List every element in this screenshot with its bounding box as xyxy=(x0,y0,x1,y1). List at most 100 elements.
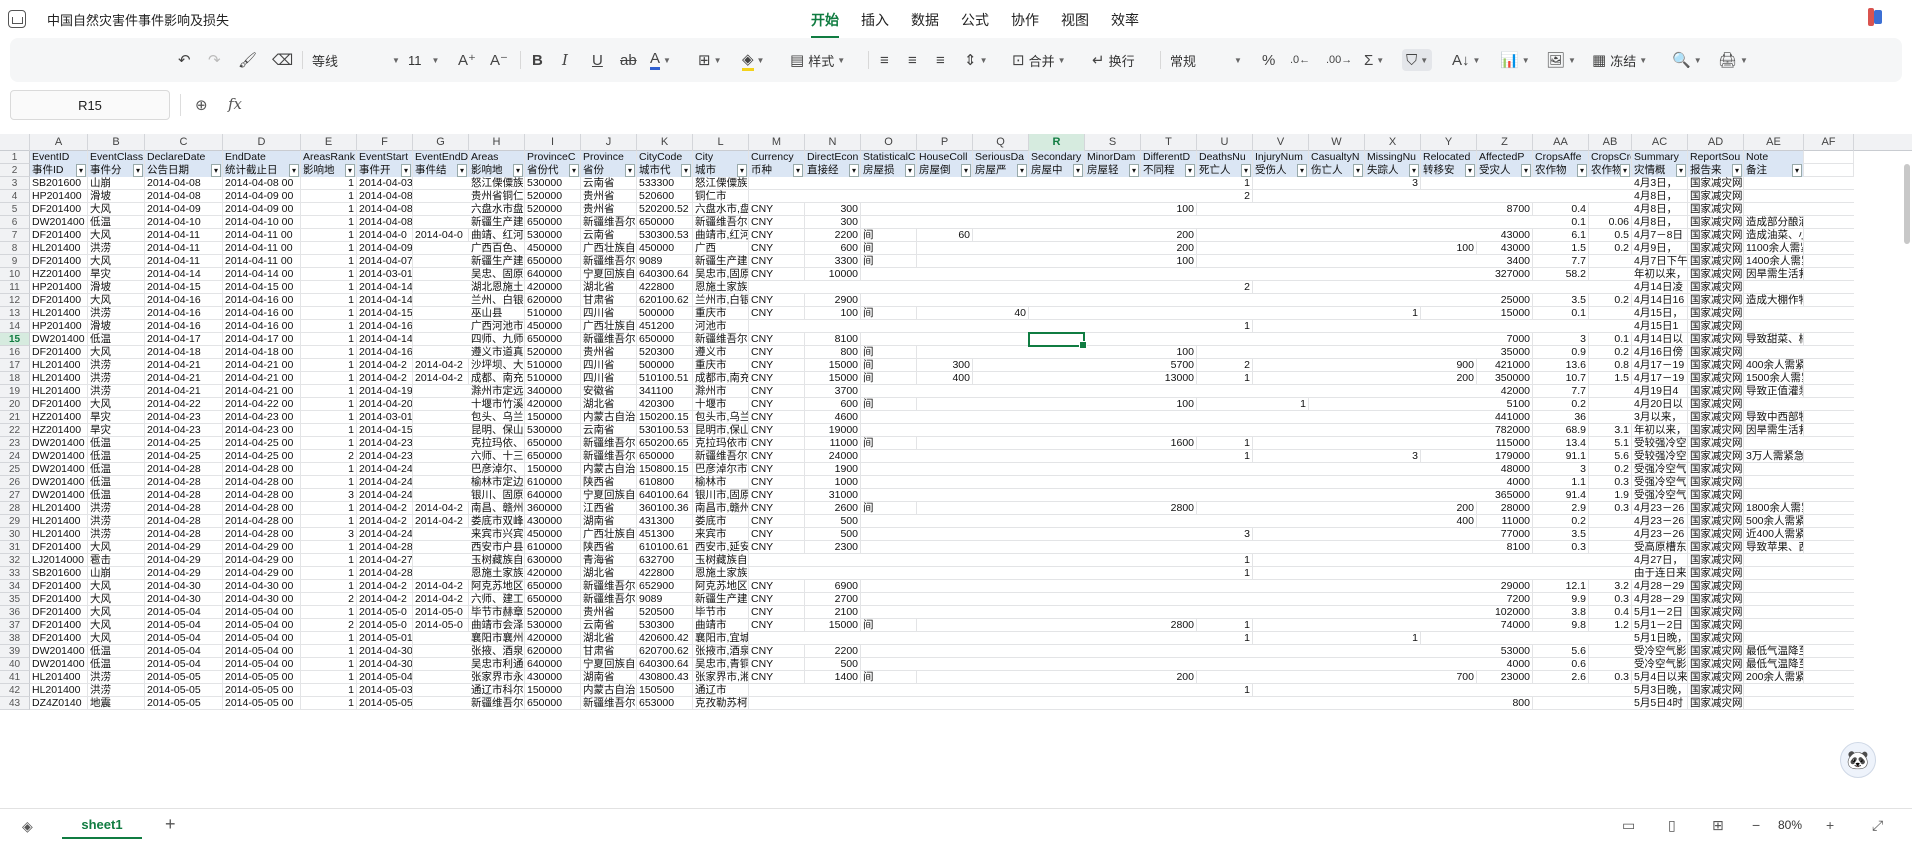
grid-cell[interactable]: 15000 xyxy=(1477,307,1533,320)
grid-cell[interactable]: 1.2 xyxy=(1589,619,1632,632)
row-header[interactable]: 7 xyxy=(0,229,30,242)
grid-cell[interactable]: HL201400 xyxy=(30,528,88,541)
grid-cell[interactable]: 2014-04-07 00:00:00 xyxy=(357,255,413,268)
grid-cell[interactable]: 2014-04-09 00 xyxy=(223,203,301,216)
grid-cell[interactable]: 阿克苏地区 xyxy=(469,580,525,593)
column-header[interactable]: U xyxy=(1197,134,1253,151)
grid-cell[interactable]: 2014-04-08 xyxy=(145,177,223,190)
grid-cell[interactable]: 450000 xyxy=(525,242,581,255)
grid-cell[interactable]: 24000 xyxy=(805,450,861,463)
grid-cell[interactable]: 1800余人需紧急生活 xyxy=(1744,502,1804,515)
grid-cell[interactable]: 100 xyxy=(1141,346,1197,359)
grid-cell[interactable]: 5月3日晚， xyxy=(1632,684,1688,697)
grid-cell[interactable]: 510000 xyxy=(525,307,581,320)
grid-cell[interactable]: 湖南省 xyxy=(581,671,637,684)
grid-cell[interactable]: 610000 xyxy=(525,476,581,489)
grid-cell[interactable]: 2014-04-09 xyxy=(145,203,223,216)
grid-cell[interactable]: 2014-05-0 xyxy=(413,619,469,632)
grid-cell[interactable]: MinorDam xyxy=(1085,151,1141,164)
grid-cell[interactable]: 2014-04-08 00 xyxy=(223,177,301,190)
image-icon[interactable]: 🖼 ▼ xyxy=(1546,49,1576,71)
zoom-level[interactable]: 80% xyxy=(1778,818,1802,832)
grid-cell[interactable]: 640300.64 xyxy=(637,268,693,281)
grid-cell[interactable]: 100 xyxy=(1421,242,1477,255)
grid-cell[interactable]: CNY xyxy=(749,502,805,515)
grid-cell[interactable]: 1400余人需紧急生活 xyxy=(1744,255,1804,268)
grid-cell[interactable]: 2014-05-01 00:00:00 xyxy=(357,632,413,645)
grid-cell[interactable]: 洪涝 xyxy=(88,515,145,528)
cell-style-button[interactable]: ▤ 样式 ▼ xyxy=(790,49,845,71)
grid-cell[interactable]: 国家减灾网 xyxy=(1688,697,1744,710)
vertical-scrollbar[interactable] xyxy=(1904,164,1910,244)
grid-cell[interactable]: 1 xyxy=(301,359,357,372)
grid-cell[interactable]: 洪涝 xyxy=(88,359,145,372)
grid-cell[interactable]: 422800 xyxy=(637,567,693,580)
grid-cell[interactable]: DW201400 xyxy=(30,450,88,463)
grid-cell[interactable]: 341100 xyxy=(637,385,693,398)
grid-cell[interactable]: 420600.42 xyxy=(637,632,693,645)
column-header[interactable]: AB xyxy=(1589,134,1632,151)
grid-cell[interactable]: 克拉玛依、 xyxy=(469,437,525,450)
column-header[interactable]: AA xyxy=(1533,134,1589,151)
grid-cell[interactable]: 国家减灾网 xyxy=(1688,281,1744,294)
grid-cell[interactable]: 省份代 xyxy=(525,164,581,177)
grid-cell[interactable]: 2800 xyxy=(1141,502,1197,515)
grid-cell[interactable]: 2014-04-28 00 xyxy=(223,476,301,489)
grid-cell[interactable]: 1 xyxy=(301,424,357,437)
grid-cell[interactable]: 1 xyxy=(1197,372,1253,385)
row-header[interactable]: 39 xyxy=(0,645,30,658)
grid-cell[interactable]: 玉树藏族自治州 xyxy=(693,554,749,567)
grid-cell[interactable]: 200 xyxy=(1141,229,1197,242)
grid-cell[interactable]: 4月15日1 xyxy=(1632,320,1688,333)
grid-cell[interactable]: 2014-04-28 00 xyxy=(223,528,301,541)
row-header[interactable]: 6 xyxy=(0,216,30,229)
grid-cell[interactable]: 2014-04-24 00:00:00 xyxy=(357,463,413,476)
vertical-align-icon[interactable]: ⇕ ▼ xyxy=(964,49,988,71)
grid-cell[interactable]: 山崩 xyxy=(88,177,145,190)
grid-cell[interactable]: 包头、乌兰 xyxy=(469,411,525,424)
grid-cell[interactable]: 造成部分酿酒葡萄 xyxy=(1744,216,1804,229)
grid-cell[interactable]: 2014-04-2 xyxy=(357,502,413,515)
grid-cell[interactable]: 洪涝 xyxy=(88,372,145,385)
grid-cell[interactable]: 巴彦淖尔市 xyxy=(693,463,749,476)
grid-cell[interactable]: 2014-04-2 xyxy=(357,593,413,606)
number-format-select[interactable]: 常规 ▼ xyxy=(1170,49,1250,71)
column-header[interactable]: AE xyxy=(1744,134,1804,151)
grid-cell[interactable]: 2014-04-28 xyxy=(145,528,223,541)
grid-cell[interactable]: 怒江傈僳族 xyxy=(469,177,525,190)
grid-cell[interactable]: 4月20日以 xyxy=(1632,398,1688,411)
grid-cell[interactable]: 报告来 xyxy=(1688,164,1744,177)
grid-cell[interactable]: CNY xyxy=(749,203,805,216)
grid-cell[interactable]: 间 xyxy=(861,229,917,242)
grid-cell[interactable]: HP201400 xyxy=(30,190,88,203)
grid-cell[interactable]: 山崩 xyxy=(88,567,145,580)
grid-cell[interactable]: 失踪人 xyxy=(1365,164,1421,177)
grid-cell[interactable]: 640100.64 xyxy=(637,489,693,502)
grid-cell[interactable]: 2014-04-11 00 xyxy=(223,255,301,268)
grid-cell[interactable]: 10000 xyxy=(805,268,861,281)
grid-cell[interactable]: 兰州、白银 xyxy=(469,294,525,307)
grid-cell[interactable]: 江西省 xyxy=(581,502,637,515)
grid-cell[interactable]: 间 xyxy=(861,255,917,268)
grid-cell[interactable]: 5月5日4时 xyxy=(1632,697,1688,710)
grid-cell[interactable]: 新疆维吾尔 xyxy=(693,450,749,463)
grid-cell[interactable]: 5.1 xyxy=(1589,437,1632,450)
grid-cell[interactable]: 造成油菜、小麦、马 xyxy=(1744,229,1804,242)
grid-cell[interactable]: 610800 xyxy=(637,476,693,489)
grid-cell[interactable]: HP201400 xyxy=(30,281,88,294)
grid-cell[interactable]: HZ201400 xyxy=(30,268,88,281)
row-header[interactable]: 24 xyxy=(0,450,30,463)
italic-icon[interactable]: I xyxy=(562,49,568,71)
grid-cell[interactable]: 2014-05-05 00 xyxy=(223,671,301,684)
grid-cell[interactable]: 3400 xyxy=(1477,255,1533,268)
grid-cell[interactable]: 2014-04-2 xyxy=(357,515,413,528)
grid-cell[interactable]: 2014-04-08 00:00:00 xyxy=(357,216,413,229)
grid-cell[interactable]: 1 xyxy=(301,307,357,320)
grid-cell[interactable]: 4月8日， xyxy=(1632,216,1688,229)
grid-cell[interactable]: 3.1 xyxy=(1589,424,1632,437)
grid-cell[interactable]: 2800 xyxy=(1141,619,1197,632)
grid-cell[interactable]: EventClass xyxy=(88,151,145,164)
grid-cell[interactable]: 7.7 xyxy=(1533,255,1589,268)
grid-cell[interactable]: 1 xyxy=(301,229,357,242)
grid-cell[interactable]: 受强冷空气 xyxy=(1632,463,1688,476)
